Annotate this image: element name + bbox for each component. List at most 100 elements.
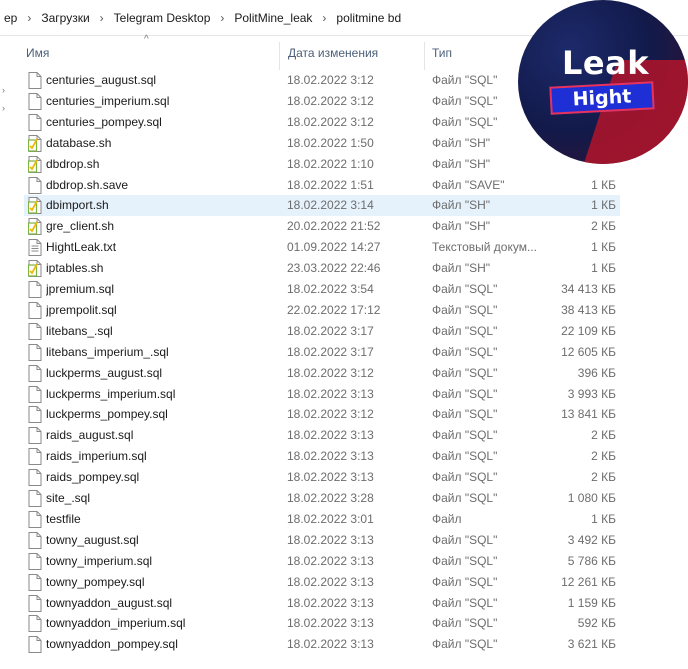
document-icon xyxy=(28,615,42,633)
file-name: jprempolit.sql xyxy=(46,302,117,317)
file-row[interactable]: townyaddon_august.sql 18.02.2022 3:13 Файл… xyxy=(24,593,620,614)
document-icon xyxy=(28,552,42,570)
file-size: 1 159 КБ xyxy=(567,595,616,610)
file-size: 396 КБ xyxy=(577,365,616,380)
file-type: Файл "SH" xyxy=(432,198,491,213)
file-row[interactable]: towny_pompey.sql 18.02.2022 3:13 Файл "SQL… xyxy=(24,572,620,593)
file-modified-date: 18.02.2022 3:13 xyxy=(287,532,374,547)
document-icon xyxy=(28,469,42,487)
chevron-right-icon: › xyxy=(27,10,32,25)
file-type: Файл "SQL" xyxy=(432,282,498,296)
file-name: luckperms_imperium.sql xyxy=(46,386,176,401)
file-type: Файл "SQL" xyxy=(432,470,498,485)
file-row[interactable]: gre_client.sh 20.02.2022 21:52 Файл "SH" 2 … xyxy=(24,216,620,237)
file-modified-date: 18.02.2022 3:28 xyxy=(287,491,374,505)
file-size: 12 261 КБ xyxy=(561,574,616,589)
file-modified-date: 18.02.2022 3:01 xyxy=(287,511,374,526)
document-icon xyxy=(28,322,42,340)
file-name: litebans_imperium_.sql xyxy=(46,344,169,359)
file-name: database.sh xyxy=(46,135,112,150)
file-size: 22 109 КБ xyxy=(561,323,616,338)
file-modified-date: 18.02.2022 3:12 xyxy=(287,93,374,108)
breadcrumb-item[interactable]: ер xyxy=(0,11,21,25)
file-modified-date: 18.02.2022 3:13 xyxy=(287,470,374,485)
file-row[interactable]: raids_august.sql 18.02.2022 3:13 Файл "SQL… xyxy=(24,425,620,446)
breadcrumb-item[interactable]: PolitMine_leak xyxy=(230,11,316,25)
breadcrumb-item[interactable]: Загрузки xyxy=(37,11,93,25)
document-icon xyxy=(28,281,42,298)
document-icon xyxy=(28,573,42,591)
file-row[interactable]: towny_imperium.sql 18.02.2022 3:13 Файл "S… xyxy=(24,551,620,572)
file-name: jpremium.sql xyxy=(46,282,115,296)
file-size: 2 КБ xyxy=(591,428,616,443)
file-row[interactable]: iptables.sh 23.03.2022 22:46 Файл "SH" 1 КБ xyxy=(24,258,620,279)
file-row[interactable]: luckperms_imperium.sql 18.02.2022 3:13 Фай… xyxy=(24,384,620,405)
file-row[interactable]: towny_august.sql 18.02.2022 3:13 Файл "SQL… xyxy=(24,530,620,551)
file-name: site_.sql xyxy=(46,491,91,505)
file-type: Файл "SQL" xyxy=(432,637,498,652)
file-row[interactable]: raids_imperium.sql 18.02.2022 3:13 Файл "S… xyxy=(24,446,620,467)
file-row[interactable]: litebans_.sql 18.02.2022 3:17 Файл "SQL" 22… xyxy=(24,321,620,342)
file-modified-date: 18.02.2022 3:13 xyxy=(287,428,374,443)
column-header-name[interactable]: Имя xyxy=(18,36,280,70)
file-size: 12 605 КБ xyxy=(561,344,616,359)
file-type: Файл "SQL" xyxy=(432,323,498,338)
column-header-date[interactable]: Дата изменения xyxy=(280,36,424,70)
file-modified-date: 18.02.2022 3:17 xyxy=(287,323,374,338)
file-row[interactable]: townyaddon_pompey.sql 18.02.2022 3:13 Файл… xyxy=(24,634,620,655)
column-header-type[interactable]: Тип xyxy=(424,36,534,70)
file-size: 34 413 КБ xyxy=(561,282,616,296)
file-modified-date: 18.02.2022 3:17 xyxy=(287,344,374,359)
file-modified-date: 18.02.2022 3:13 xyxy=(287,616,374,631)
breadcrumb-item[interactable]: Telegram Desktop xyxy=(110,11,215,25)
script-icon xyxy=(28,218,42,236)
document-icon xyxy=(28,531,42,549)
file-type: Текстовый докум... xyxy=(432,240,537,255)
file-row[interactable]: jprempolit.sql 22.02.2022 17:12 Файл "SQL"… xyxy=(24,300,620,321)
file-name: raids_imperium.sql xyxy=(46,449,147,464)
document-icon xyxy=(28,636,42,654)
breadcrumb-item[interactable]: politmine bd xyxy=(332,11,405,25)
document-icon xyxy=(28,364,42,382)
file-name: towny_august.sql xyxy=(46,532,139,547)
file-size: 1 КБ xyxy=(591,177,616,192)
file-row[interactable]: site_.sql 18.02.2022 3:28 Файл "SQL" 1 080 … xyxy=(24,488,620,509)
file-row[interactable]: testfile 18.02.2022 3:01 Файл 1 КБ xyxy=(24,509,620,530)
file-name: luckperms_august.sql xyxy=(46,365,163,380)
file-row[interactable]: database.sh 18.02.2022 1:50 Файл "SH" xyxy=(24,133,620,154)
file-size: 2 КБ xyxy=(591,219,616,234)
file-type: Файл "SQL" xyxy=(432,344,498,359)
file-type: Файл "SQL" xyxy=(432,407,498,422)
file-row[interactable]: litebans_imperium_.sql 18.02.2022 3:17 Фай… xyxy=(24,342,620,363)
file-name: townyaddon_pompey.sql xyxy=(46,637,178,652)
file-size: 2 КБ xyxy=(591,449,616,464)
file-row[interactable]: HightLeak.txt 01.09.2022 14:27 Текстовый д… xyxy=(24,237,620,258)
file-row[interactable]: dbimport.sh 18.02.2022 3:14 Файл "SH" 1 КБ xyxy=(24,195,620,217)
document-icon xyxy=(28,113,42,131)
file-row[interactable]: luckperms_pompey.sql 18.02.2022 3:12 Файл … xyxy=(24,404,620,425)
file-row[interactable]: raids_pompey.sql 18.02.2022 3:13 Файл "SQL… xyxy=(24,467,620,488)
file-type: Файл "SQL" xyxy=(432,553,498,568)
chevron-right-icon[interactable]: › xyxy=(2,103,5,113)
leak-hight-logo: Leak Hight xyxy=(518,0,688,164)
file-row[interactable]: dbdrop.sh.save 18.02.2022 1:51 Файл "SAVE"… xyxy=(24,175,620,196)
file-name: dbimport.sh xyxy=(46,198,109,213)
file-size: 13 841 КБ xyxy=(561,407,616,422)
chevron-right-icon: › xyxy=(322,10,327,25)
file-row[interactable]: jpremium.sql 18.02.2022 3:54 Файл "SQL" 34 … xyxy=(24,279,620,300)
chevron-right-icon: › xyxy=(220,10,225,25)
file-name: iptables.sh xyxy=(46,261,104,276)
document-icon xyxy=(28,490,42,507)
file-row[interactable]: dbdrop.sh 18.02.2022 1:10 Файл "SH" xyxy=(24,154,620,175)
document-icon xyxy=(28,301,42,319)
file-type: Файл "SAVE" xyxy=(432,177,505,192)
chevron-right-icon[interactable]: › xyxy=(2,85,5,95)
file-size: 1 КБ xyxy=(591,240,616,255)
file-row[interactable]: townyaddon_imperium.sql 18.02.2022 3:13 Фа… xyxy=(24,613,620,634)
document-icon xyxy=(28,427,42,445)
file-name: centuries_pompey.sql xyxy=(46,114,162,129)
file-row[interactable]: luckperms_august.sql 18.02.2022 3:12 Файл … xyxy=(24,363,620,384)
chevron-right-icon: › xyxy=(99,10,104,25)
document-icon xyxy=(28,510,42,528)
file-name: centuries_imperium.sql xyxy=(46,93,170,108)
